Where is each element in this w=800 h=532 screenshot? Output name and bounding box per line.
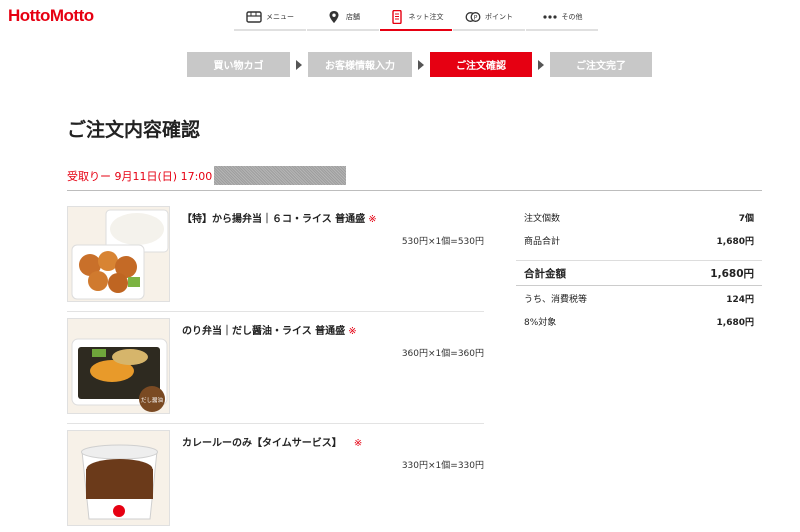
step-cart: 買い物カゴ xyxy=(187,52,290,77)
summary-label: 合計金額 xyxy=(524,267,566,280)
pickup-label: 受取りー 9月11日(日) 17:00 xyxy=(67,169,213,183)
top-nav: メニュー 店舗 ネット注文 P ポイント その他 xyxy=(234,4,599,31)
more-dots-icon xyxy=(542,10,558,24)
nori-bento-photo: だし醤油 xyxy=(67,318,170,414)
summary-value: 7個 xyxy=(738,213,754,224)
nav-item-net-order[interactable]: ネット注文 xyxy=(380,4,452,31)
item-name: カレールーのみ【タイムサービス】 ※ xyxy=(182,438,363,449)
location-pin-icon xyxy=(326,10,342,24)
nav-item-other[interactable]: その他 xyxy=(526,4,598,31)
nav-label-points: ポイント xyxy=(485,12,513,21)
brand-logo[interactable]: HottoMotto xyxy=(8,6,94,26)
nav-label-net-order: ネット注文 xyxy=(408,12,444,21)
item-name: のり弁当｜だし醤油・ライス 普通盛 ※ xyxy=(182,326,357,337)
summary-value: 1,680円 xyxy=(716,236,754,247)
page-title: ご注文内容確認 xyxy=(67,119,201,141)
redacted-block xyxy=(214,166,347,185)
summary-row-subtotal: 商品合計 1,680円 xyxy=(516,228,762,252)
nav-item-store[interactable]: 店舗 xyxy=(307,4,379,31)
summary-row-count: 注文個数 7個 xyxy=(516,206,762,228)
order-items-list: 【特】から揚弁当｜６コ・ライス 普通盛 ※ 530円×1個=530円 だし醤油 の… xyxy=(67,206,484,532)
summary-value: 1,680円 xyxy=(710,267,754,280)
order-summary: 注文個数 7個 商品合計 1,680円 合計金額 1,680円 うち、消費税等 … xyxy=(516,206,762,332)
list-item: カレールーのみ【タイムサービス】 ※ 330円×1個=330円 xyxy=(67,430,484,532)
summary-row-tax: うち、消費税等 124円 xyxy=(516,286,762,310)
item-price: 530円×1個=530円 xyxy=(401,237,484,247)
nav-label-other: その他 xyxy=(561,12,583,21)
divider xyxy=(67,190,762,191)
summary-value: 124円 xyxy=(726,294,754,305)
summary-value: 1,680円 xyxy=(716,317,754,328)
summary-label: 8%対象 xyxy=(524,317,557,328)
menu-box-icon xyxy=(246,10,262,24)
summary-row-rate: 8%対象 1,680円 xyxy=(516,310,762,332)
step-order-confirm: ご注文確認 xyxy=(430,52,532,77)
item-price: 360円×1個=360円 xyxy=(401,349,484,359)
karaage-bento-photo xyxy=(67,206,170,302)
item-name: 【特】から揚弁当｜６コ・ライス 普通盛 ※ xyxy=(182,214,377,225)
points-icon: P xyxy=(465,10,481,24)
summary-label: うち、消費税等 xyxy=(524,294,588,305)
curry-roux-photo xyxy=(67,430,170,526)
nav-label-menu: メニュー xyxy=(266,12,294,21)
nav-item-menu[interactable]: メニュー xyxy=(234,4,306,31)
list-item: だし醤油 のり弁当｜だし醤油・ライス 普通盛 ※ 360円×1個=360円 xyxy=(67,318,484,424)
nav-item-points[interactable]: P ポイント xyxy=(453,4,525,31)
step-arrow-icon xyxy=(538,59,544,70)
item-price: 330円×1個=330円 xyxy=(401,461,484,471)
summary-label: 注文個数 xyxy=(524,213,561,224)
mobile-order-icon xyxy=(389,9,405,24)
dashi-badge: だし醤油 xyxy=(141,396,164,404)
list-item: 【特】から揚弁当｜６コ・ライス 普通盛 ※ 530円×1個=530円 xyxy=(67,206,484,312)
pickup-time: 受取りー 9月11日(日) 17:00 xyxy=(67,166,347,185)
summary-label: 商品合計 xyxy=(524,236,561,247)
step-customer-info: お客様情報入力 xyxy=(308,52,412,77)
step-arrow-icon xyxy=(296,59,302,70)
step-order-complete: ご注文完了 xyxy=(550,52,652,77)
svg-text:P: P xyxy=(474,14,478,21)
step-arrow-icon xyxy=(418,59,424,70)
checkout-steps: 買い物カゴ お客様情報入力 ご注文確認 ご注文完了 xyxy=(187,52,652,77)
nav-label-store: 店舗 xyxy=(346,12,360,21)
summary-row-total: 合計金額 1,680円 xyxy=(516,260,762,286)
